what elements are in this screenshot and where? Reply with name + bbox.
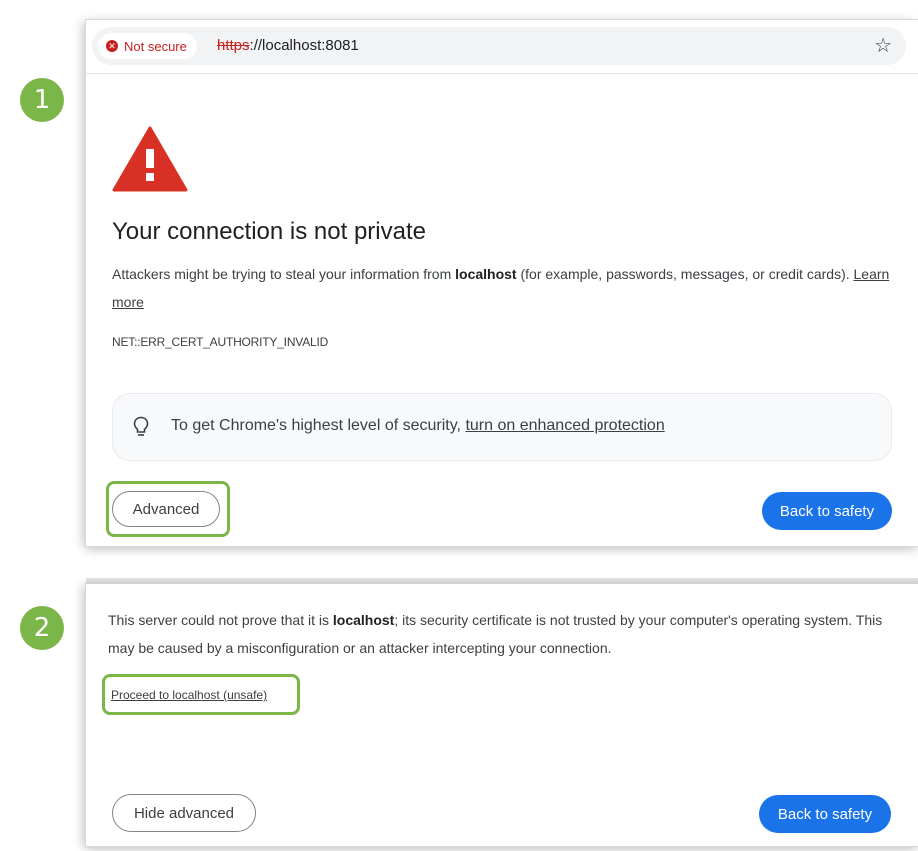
step-1-badge: 1	[20, 78, 64, 122]
security-status-chip[interactable]: ✕ Not secure	[98, 33, 197, 59]
privacy-error-panel: ✕ Not secure https://localhost:8081 ☆ Yo…	[86, 20, 918, 546]
enhanced-protection-prompt: To get Chrome's highest level of securit…	[171, 417, 466, 434]
description-host: localhost	[455, 266, 517, 282]
error-code: NET::ERR_CERT_AUTHORITY_INVALID	[112, 335, 329, 349]
advanced-button[interactable]: Advanced	[112, 491, 220, 527]
description-suffix: (for example, passwords, messages, or cr…	[516, 266, 854, 282]
url-scheme: https	[217, 37, 250, 54]
advanced-details-text: This server could not prove that it is l…	[108, 606, 898, 662]
error-description: Attackers might be trying to steal your …	[112, 260, 892, 316]
url-text[interactable]: https://localhost:8081	[217, 37, 359, 54]
address-bar[interactable]: ✕ Not secure https://localhost:8081 ☆	[92, 27, 906, 65]
enhanced-protection-banner: To get Chrome's highest level of securit…	[112, 393, 892, 461]
lightbulb-icon	[133, 416, 149, 436]
advanced-details-panel: This server could not prove that it is l…	[86, 578, 918, 846]
enhanced-protection-link[interactable]: turn on enhanced protection	[465, 417, 664, 434]
toolbar-divider	[86, 73, 918, 74]
proceed-to-localhost-link[interactable]: Proceed to localhost (unsafe)	[111, 688, 267, 702]
step-2-badge: 2	[20, 606, 64, 650]
back-to-safety-button[interactable]: Back to safety	[762, 492, 892, 530]
bookmark-star-icon[interactable]: ☆	[874, 33, 892, 59]
details-prefix: This server could not prove that it is	[108, 612, 333, 628]
description-prefix: Attackers might be trying to steal your …	[112, 266, 456, 282]
url-host: ://localhost:8081	[249, 37, 359, 54]
warning-triangle-icon	[112, 126, 188, 192]
hide-advanced-button[interactable]: Hide advanced	[112, 794, 256, 832]
page-title: Your connection is not private	[112, 218, 426, 245]
details-host: localhost	[332, 612, 395, 628]
back-to-safety-button-2[interactable]: Back to safety	[759, 795, 891, 833]
panel-frame-edge	[86, 578, 918, 584]
security-status-label: Not secure	[124, 38, 187, 54]
not-secure-icon: ✕	[106, 40, 118, 52]
enhanced-protection-text: To get Chrome's highest level of securit…	[171, 417, 665, 435]
